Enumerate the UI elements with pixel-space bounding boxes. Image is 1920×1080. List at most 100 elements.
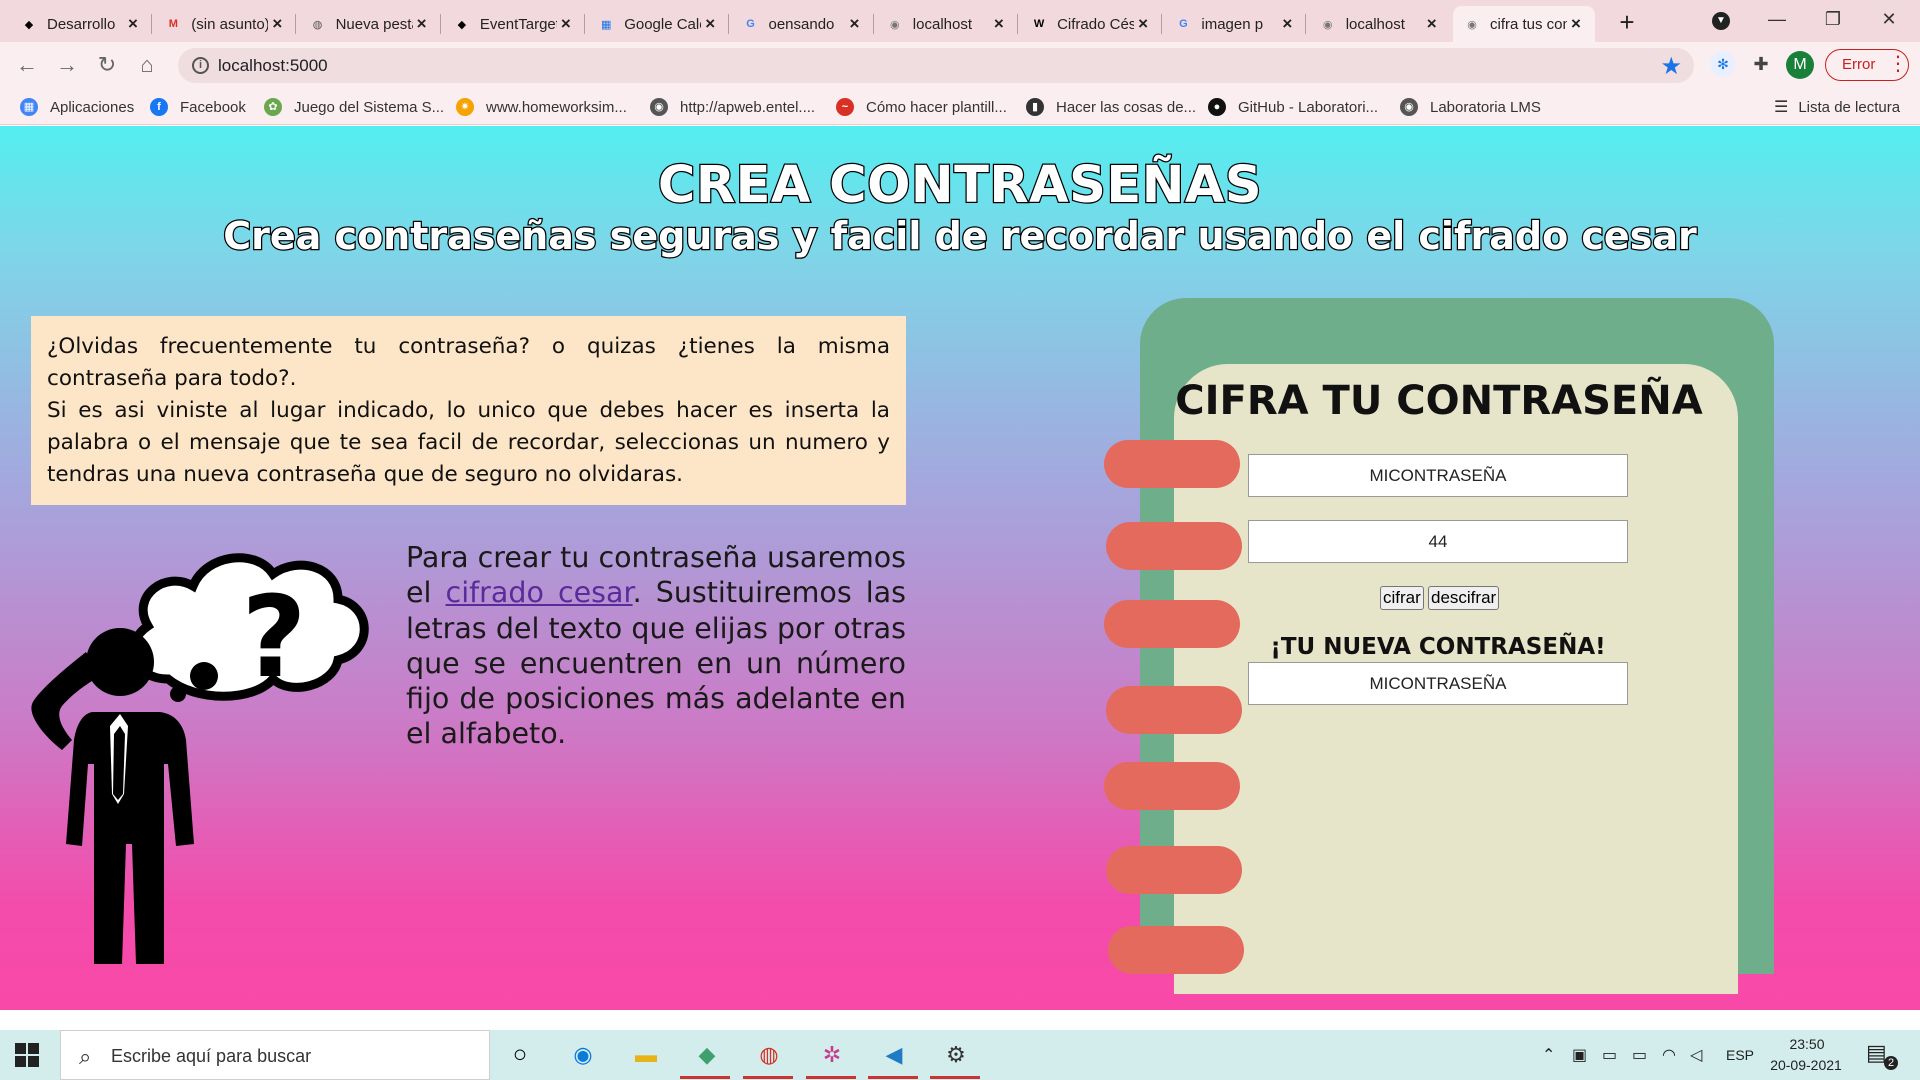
browser-tab[interactable]: ◍ Nueva pestaña× (299, 6, 441, 42)
browser-tab[interactable]: ◉ localhost × (1309, 6, 1451, 42)
slack-icon[interactable]: ✲ (815, 1038, 849, 1072)
edge-icon[interactable]: ◉ (566, 1038, 600, 1072)
chrome-icon: ◍ (312, 18, 323, 31)
tab-close-icon[interactable]: × (990, 14, 1008, 34)
tab-close-icon[interactable]: × (1567, 14, 1585, 34)
bookmark-item[interactable]: ◉ Laboratoria LMS (1400, 96, 1541, 118)
intro-question: ¿Olvidas frecuentemente tu contraseña? o… (47, 334, 890, 391)
bookmark-item[interactable]: ◉ http://apweb.entel.... (650, 96, 815, 118)
caesar-cipher-link[interactable]: cifrado cesar (446, 576, 633, 609)
browser-tab[interactable]: W Cifrado César× (1020, 6, 1163, 42)
restore-icon[interactable]: ❐ (1810, 4, 1856, 34)
bookmark-label: www.homeworksim... (486, 98, 627, 116)
tab-close-icon[interactable]: × (1134, 14, 1152, 34)
battery-icon[interactable]: ▭ (1632, 1045, 1647, 1065)
browser-tab[interactable]: ◆ EventTarget × (443, 6, 585, 42)
file-explorer-icon[interactable]: ▬ (629, 1038, 663, 1072)
extension-snowflake-icon[interactable]: ✻ (1710, 51, 1736, 77)
globe-icon: ◉ (889, 18, 900, 31)
browser-tab[interactable]: ▦ Google Calendar× (587, 6, 730, 42)
tray-meet-icon[interactable]: ▣ (1572, 1045, 1587, 1065)
tab-close-icon[interactable]: × (1423, 14, 1441, 34)
sun-icon: ✷ (456, 98, 474, 116)
notebook-ring (1106, 522, 1242, 570)
bookmark-label: Aplicaciones (50, 98, 135, 116)
clock-date[interactable]: 20-09-2021 (1764, 1057, 1848, 1073)
close-window-icon[interactable]: ✕ (1866, 4, 1912, 34)
cortana-icon[interactable]: ○ (503, 1038, 537, 1072)
tab-separator (295, 14, 297, 34)
cipher-button[interactable]: cifrar (1380, 586, 1424, 610)
browser-tab[interactable]: Goensando × (732, 6, 874, 42)
bookmark-item[interactable]: ▮ Hacer las cosas de... (1026, 96, 1196, 118)
browser-tab[interactable]: Gimagen p × (1164, 6, 1307, 42)
bookmark-item[interactable]: ▦ Aplicaciones (20, 96, 134, 118)
wikipedia-icon: W (1033, 18, 1045, 30)
tab-separator (1161, 14, 1163, 34)
offset-input[interactable] (1248, 520, 1628, 563)
new-tab-button[interactable]: + (1612, 8, 1642, 38)
browser-tab[interactable]: M (sin asunto) × (154, 6, 297, 42)
running-indicator (743, 1076, 793, 1079)
minimize-icon[interactable]: — (1754, 4, 1800, 34)
decipher-button[interactable]: descifrar (1428, 586, 1500, 610)
notifications-count: 2 (1884, 1056, 1898, 1070)
reading-list-button[interactable]: ☰ Lista de lectura (1774, 96, 1900, 118)
bookmark-item[interactable]: ✷ www.homeworksim... (456, 96, 627, 118)
profile-avatar[interactable]: M (1786, 51, 1814, 79)
tab-close-icon[interactable]: × (413, 14, 431, 34)
settings-icon[interactable]: ⚙ (939, 1038, 973, 1072)
chart-icon: ~ (836, 98, 854, 116)
bookmark-item[interactable]: ✿ Juego del Sistema S... (264, 96, 444, 118)
wifi-icon[interactable]: ◠ (1662, 1045, 1676, 1065)
intro-box: ¿Olvidas frecuentemente tu contraseña? o… (31, 316, 906, 505)
chrome-icon[interactable]: ◍ (752, 1038, 786, 1072)
tab-separator (728, 14, 730, 34)
tab-close-icon[interactable]: × (701, 14, 719, 34)
browser-tab[interactable]: ◆ Desarrollo × (10, 6, 152, 42)
url-text[interactable]: localhost:5000 (218, 56, 328, 76)
tab-close-icon[interactable]: × (1278, 14, 1296, 34)
home-icon[interactable]: ⌂ (132, 50, 162, 80)
taskbar-search-box[interactable]: ⌕ Escribe aquí para buscar (60, 1030, 490, 1080)
message-input[interactable] (1248, 454, 1628, 497)
laboratoria-icon: ◆ (457, 18, 467, 31)
page-title: CREA CONTRASEÑAS (657, 155, 1263, 217)
book-icon: ▮ (1026, 98, 1044, 116)
bookmark-label: Hacer las cosas de... (1056, 98, 1197, 116)
forward-icon[interactable]: → (52, 50, 82, 80)
volume-icon[interactable]: ◁ (1690, 1045, 1702, 1065)
reload-icon[interactable]: ↻ (92, 50, 122, 80)
bookmarks-bar: ▦ Aplicaciones f Facebook ✿ Juego del Sistema… (0, 89, 1920, 125)
tab-separator (439, 14, 441, 34)
tray-display-icon[interactable]: ▭ (1602, 1045, 1617, 1065)
back-icon[interactable]: ← (12, 50, 42, 80)
gitkraken-icon[interactable]: ◆ (690, 1038, 724, 1072)
bookmark-star-icon[interactable]: ★ (1660, 52, 1682, 81)
bookmark-item[interactable]: ~ Cómo hacer plantill... (836, 96, 1007, 118)
extensions-puzzle-icon[interactable]: ✚ (1748, 51, 1774, 77)
tab-separator (1305, 14, 1307, 34)
address-bar[interactable]: i localhost:5000 ★ (178, 48, 1694, 83)
browser-tab[interactable]: ◉ localhost × (876, 6, 1018, 42)
browser-tab[interactable]: ◉ cifra tus contraseñas× (1453, 6, 1595, 42)
tab-label: Desarrollo (47, 15, 116, 33)
github-icon: ● (1208, 98, 1226, 116)
tab-close-icon[interactable]: × (268, 14, 286, 34)
more-menu-icon[interactable]: ⋮ (1888, 49, 1908, 81)
tab-close-icon[interactable]: × (846, 14, 864, 34)
windows-start-icon[interactable] (14, 1042, 40, 1068)
tab-search-icon[interactable]: ▼ (1712, 12, 1730, 30)
language-indicator[interactable]: ESP (1726, 1047, 1754, 1063)
bookmark-item[interactable]: ● GitHub - Laboratori... (1208, 96, 1378, 118)
globe-icon: ◉ (650, 98, 668, 116)
clock-time[interactable]: 23:50 (1778, 1036, 1836, 1052)
tab-close-icon[interactable]: × (124, 14, 142, 34)
vscode-icon[interactable]: ◀ (877, 1038, 911, 1072)
bookmark-item[interactable]: f Facebook (150, 96, 246, 118)
result-output[interactable] (1248, 662, 1628, 705)
page-content: CREA CONTRASEÑAS Crea contraseñas segura… (0, 126, 1920, 1010)
tab-close-icon[interactable]: × (557, 14, 575, 34)
site-info-icon[interactable]: i (192, 57, 209, 74)
tray-chevron-icon[interactable]: ⌃ (1542, 1045, 1555, 1065)
